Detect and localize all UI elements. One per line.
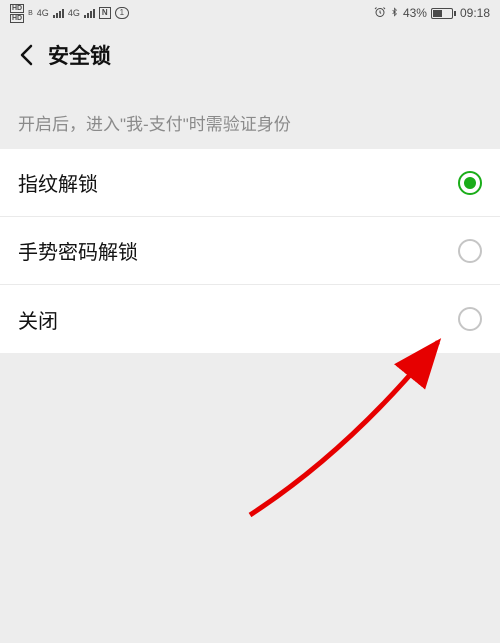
nfc-icon: N (99, 7, 111, 19)
option-label: 关闭 (18, 305, 58, 334)
option-label: 指纹解锁 (18, 168, 98, 197)
annotation-arrow-icon (220, 330, 470, 530)
radio-icon (458, 239, 482, 263)
sim-badge: 1 (115, 7, 129, 19)
option-label: 手势密码解锁 (18, 236, 138, 265)
option-fingerprint[interactable]: 指纹解锁 (0, 149, 500, 217)
battery-percent: 43% (403, 6, 427, 20)
network-type: 4G (68, 8, 80, 18)
app-header: 安全锁 (0, 26, 500, 84)
alarm-icon (374, 6, 386, 21)
status-bar: HD HD B 4G 4G N 1 43% 09:18 (0, 0, 500, 26)
radio-icon (458, 171, 482, 195)
radio-icon (458, 307, 482, 331)
hd-icons: HD HD (10, 4, 24, 23)
hd-icon: HD (10, 14, 24, 23)
option-off[interactable]: 关闭 (0, 285, 500, 353)
hd-icon: HD (10, 4, 24, 13)
options-list: 指纹解锁 手势密码解锁 关闭 (0, 149, 500, 353)
clock-time: 09:18 (460, 6, 490, 20)
status-right: 43% 09:18 (374, 6, 490, 21)
battery-icon (431, 8, 456, 19)
page-title: 安全锁 (48, 40, 111, 70)
option-gesture[interactable]: 手势密码解锁 (0, 217, 500, 285)
signal-icon (84, 8, 95, 18)
back-button[interactable] (12, 41, 40, 69)
chevron-left-icon (19, 44, 33, 66)
status-left: HD HD B 4G 4G N 1 (10, 4, 129, 23)
signal-icon (53, 8, 64, 18)
bluetooth-icon (390, 6, 399, 21)
network-type: 4G (37, 8, 49, 18)
network-sup: B (28, 10, 33, 17)
section-hint: 开启后，进入"我-支付"时需验证身份 (0, 84, 500, 149)
